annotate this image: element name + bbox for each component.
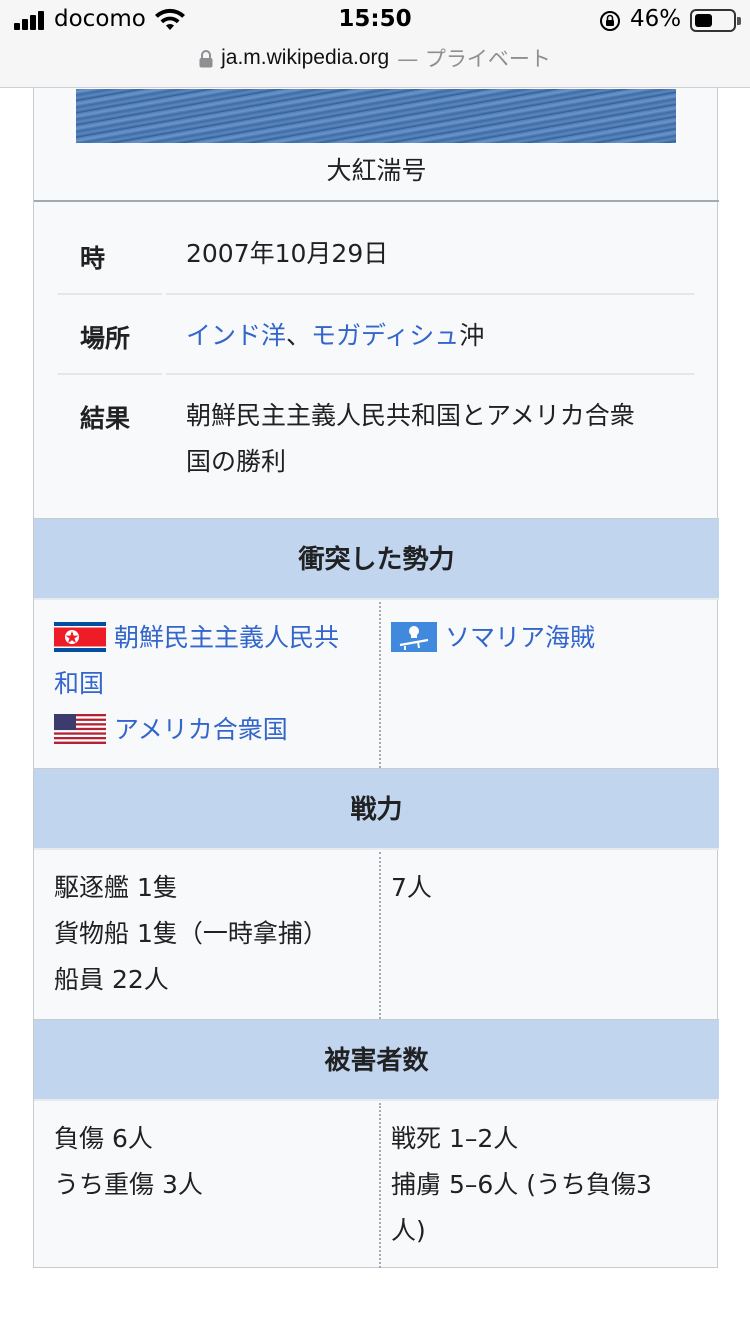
usa-flag-icon [54,714,106,744]
casualty-line: 捕虜 5–6人 (うち負傷3 [391,1170,652,1199]
separator-text: 、 [286,321,312,350]
strength-left: 駆逐艦 1隻 貨物船 1隻（一時拿捕） 船員 22人 [34,852,381,1019]
rotation-lock-icon [600,11,620,31]
section-header-casualties: 被害者数 [34,1019,719,1101]
section-header-strength: 戦力 [34,768,719,850]
row-value-place: インド洋、モガディシュ沖 [186,313,686,359]
info-row-date: 時 2007年10月29日 [58,231,694,297]
section-header-belligerents: 衝突した勢力 [34,518,719,600]
belligerent-north-korea: 朝鮮民主主義人民共 和国 [54,615,374,707]
link-mogadishu[interactable]: モガディシュ [311,321,459,350]
casualties-left-text: 負傷 6人 うち重傷 3人 [54,1116,374,1208]
strength-left-text: 駆逐艦 1隻 貨物船 1隻（一時拿捕） 船員 22人 [54,865,374,1003]
pirate-flag-icon [391,622,437,652]
casualties-right: 戦死 1–2人 捕虜 5–6人 (うち負傷3 人) [383,1103,719,1268]
address-bar[interactable]: ja.m.wikipedia.org — プライベート [0,44,750,84]
belligerents-right: ソマリア海賊 [383,602,719,768]
result-line-2: 国の勝利 [186,447,287,476]
strength-right-text: 7人 [391,865,711,911]
belligerent-usa: アメリカ合衆国 [54,707,374,753]
link-indian-ocean[interactable]: インド洋 [186,321,286,350]
status-bar: docomo 15:50 46% [0,0,750,44]
row-label-result: 結果 [80,404,131,433]
place-suffix: 沖 [459,321,485,350]
divider [166,373,694,375]
strength-line: 船員 22人 [54,965,169,994]
battery-icon [690,9,741,32]
infobox: 大紅湍号 時 2007年10月29日 場所 インド洋、モガディシュ沖 結果 朝鮮… [33,60,719,1268]
belligerents-table: 朝鮮民主主義人民共 和国 アメリカ合衆国 ソマリア海賊 [34,602,719,768]
ship-photo[interactable] [76,89,676,143]
casualty-line: 負傷 6人 [54,1124,153,1153]
row-label-date: 時 [80,244,106,273]
casualties-left: 負傷 6人 うち重傷 3人 [34,1103,381,1268]
strength-right: 7人 [383,852,719,1019]
info-row-place: 場所 インド洋、モガディシュ沖 [58,313,694,375]
strength-line: 7人 [391,873,432,902]
private-mode-label: — プライベート [397,47,551,71]
browser-chrome: docomo 15:50 46% ja.m.wikipedia.org — プラ… [0,0,750,88]
belligerent-somali-pirates: ソマリア海賊 [391,615,711,661]
casualty-line: うち重傷 3人 [54,1170,203,1199]
divider [58,373,162,375]
strength-table: 駆逐艦 1隻 貨物船 1隻（一時拿捕） 船員 22人 7人 [34,852,719,1019]
battery-percent: 46% [630,6,682,32]
link-somali-pirates[interactable]: ソマリア海賊 [445,623,595,652]
divider [166,293,694,295]
casualty-line: 人) [391,1216,426,1245]
strength-line: 駆逐艦 1隻 [54,873,178,902]
north-korea-flag-icon [54,622,106,652]
row-label-place: 場所 [80,324,131,353]
casualties-table: 負傷 6人 うち重傷 3人 戦死 1–2人 捕虜 5–6人 (うち負傷3 人) [34,1103,719,1268]
url-domain: ja.m.wikipedia.org [221,46,390,69]
link-usa[interactable]: アメリカ合衆国 [114,715,288,744]
row-value-date: 2007年10月29日 [186,239,389,268]
strength-line: 貨物船 1隻（一時拿捕） [54,919,328,948]
belligerents-left: 朝鮮民主主義人民共 和国 アメリカ合衆国 [34,602,381,768]
battery-level [695,14,712,27]
divider [34,200,719,202]
casualties-right-text: 戦死 1–2人 捕虜 5–6人 (うち負傷3 人) [391,1116,711,1254]
casualty-line: 戦死 1–2人 [391,1124,519,1153]
padlock-icon [199,50,213,68]
row-value-result: 朝鮮民主主義人民共和国とアメリカ合衆 国の勝利 [186,393,686,485]
result-line-1: 朝鮮民主主義人民共和国とアメリカ合衆 [186,401,635,430]
image-caption: 大紅湍号 [326,156,427,185]
info-row-result: 結果 朝鮮民主主義人民共和国とアメリカ合衆 国の勝利 [58,393,694,503]
divider [58,293,162,295]
